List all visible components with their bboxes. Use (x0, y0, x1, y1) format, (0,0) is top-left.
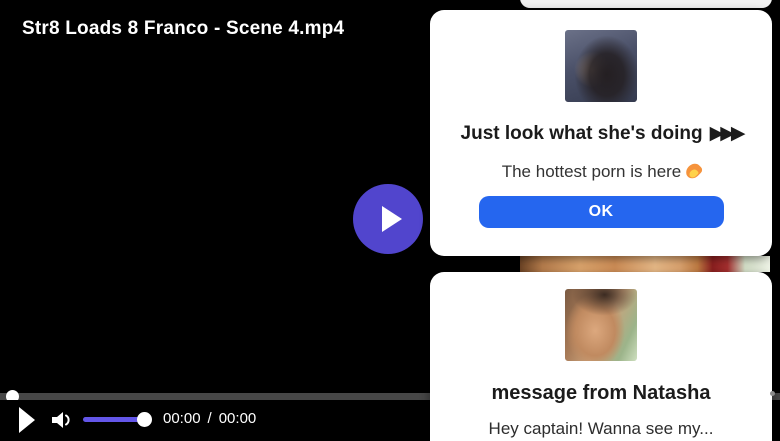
webcam-couple-thumbnail[interactable] (565, 30, 637, 102)
big-play-button[interactable] (353, 184, 423, 254)
triple-play-arrows-icon: ▶▶▶ (709, 122, 746, 144)
small-grey-dot (770, 391, 775, 396)
mute-button[interactable] (50, 406, 74, 434)
volume-slider[interactable] (83, 412, 152, 427)
natasha-selfie-thumbnail[interactable] (565, 289, 637, 361)
play-icon (382, 206, 402, 232)
background-popup-card[interactable] (520, 0, 772, 8)
message-text: Hey captain! Wanna see my... (488, 419, 714, 438)
play-button[interactable] (19, 407, 39, 434)
popup-offer: Just look what she's doing ▶▶▶ The hottes… (430, 10, 772, 256)
offer-title: Just look what she's doing ▶▶▶ (460, 122, 746, 144)
speaker-icon (52, 412, 70, 428)
time-display: 00:00 / 00:00 (163, 410, 256, 427)
play-icon (19, 407, 35, 433)
video-title: Str8 Loads 8 Franco - Scene 4.mp4 (22, 18, 345, 39)
fire-icon (687, 163, 700, 179)
message-title: message from Natasha (491, 382, 711, 404)
popup-message: message from Natasha Hey captain! Wanna … (430, 272, 772, 441)
offer-subtitle: The hottest porn is here (430, 162, 772, 182)
time-separator: / (207, 410, 212, 427)
ad-image-strip[interactable] (520, 256, 770, 272)
current-time: 00:00 (163, 410, 201, 427)
volume-thumb[interactable] (137, 412, 152, 427)
page: Str8 Loads 8 Franco - Scene 4.mp4 00:00 /… (0, 0, 780, 441)
duration: 00:00 (218, 410, 257, 427)
ok-button[interactable]: OK (478, 196, 724, 228)
